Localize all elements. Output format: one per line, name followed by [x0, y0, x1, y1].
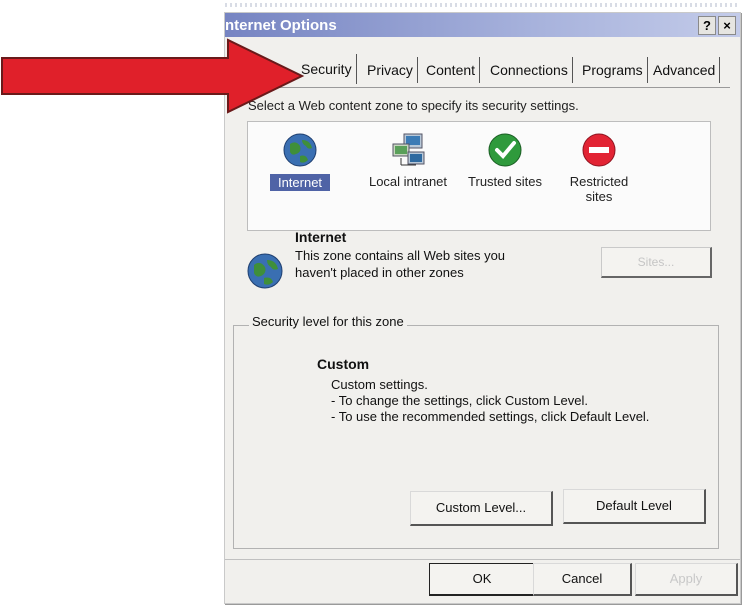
- zone-local-intranet[interactable]: Local intranet: [353, 132, 463, 189]
- zone-label-internet: Internet: [270, 174, 330, 191]
- zone-description-line1: This zone contains all Web sites you: [295, 248, 506, 263]
- window-title: nternet Options: [225, 17, 337, 34]
- zone-instruction: Select a Web content zone to specify its…: [248, 98, 579, 113]
- tab-privacy[interactable]: Privacy: [363, 57, 418, 83]
- help-button[interactable]: ?: [698, 16, 716, 35]
- no-entry-icon: [582, 133, 616, 167]
- zone-label-local-intranet: Local intranet: [368, 174, 448, 189]
- tab-connections[interactable]: Connections: [486, 57, 573, 83]
- tab-advanced[interactable]: Advanced: [649, 57, 721, 83]
- tab-security[interactable]: Security: [297, 54, 357, 84]
- title-bar[interactable]: nternet Options ? ×: [225, 13, 740, 37]
- scan-noise-strip: [225, 3, 740, 7]
- cancel-button[interactable]: Cancel: [533, 563, 632, 596]
- tab-content[interactable]: Content: [422, 57, 481, 83]
- globe-icon: [247, 253, 283, 289]
- tab-programs[interactable]: Programs: [578, 57, 648, 83]
- apply-button[interactable]: Apply: [635, 563, 738, 596]
- zone-internet[interactable]: Internet: [270, 132, 330, 191]
- custom-level-button[interactable]: Custom Level...: [410, 491, 553, 526]
- security-level-line3: - To use the recommended settings, click…: [331, 409, 650, 424]
- network-computer-icon: [392, 133, 425, 166]
- zone-label-restricted-2: sites: [585, 189, 613, 204]
- zone-list: Internet Local intranet Trusted sites Re…: [247, 121, 711, 231]
- security-level-legend: Security level for this zone: [249, 314, 407, 329]
- footer-divider: [225, 559, 740, 560]
- selected-zone-name: Internet: [295, 229, 347, 245]
- security-level-title: Custom: [317, 356, 370, 372]
- zone-label-restricted: Restricted: [569, 174, 629, 189]
- tab-divider: [233, 87, 730, 88]
- checkmark-icon: [488, 133, 522, 167]
- globe-icon: [283, 133, 317, 167]
- close-button[interactable]: ×: [718, 16, 736, 35]
- zone-restricted-sites[interactable]: Restricted sites: [554, 132, 644, 204]
- sites-button[interactable]: Sites...: [601, 247, 712, 278]
- security-level-line2: - To change the settings, click Custom L…: [331, 393, 588, 408]
- zone-trusted-sites[interactable]: Trusted sites: [460, 132, 550, 189]
- internet-options-dialog: nternet Options ? × Security Privacy Con…: [224, 12, 741, 604]
- security-level-line1: Custom settings.: [331, 377, 428, 392]
- ok-button[interactable]: OK: [429, 563, 536, 596]
- default-level-button[interactable]: Default Level: [563, 489, 706, 524]
- zone-description-line2: haven't placed in other zones: [295, 265, 464, 280]
- zone-label-trusted-sites: Trusted sites: [468, 174, 542, 189]
